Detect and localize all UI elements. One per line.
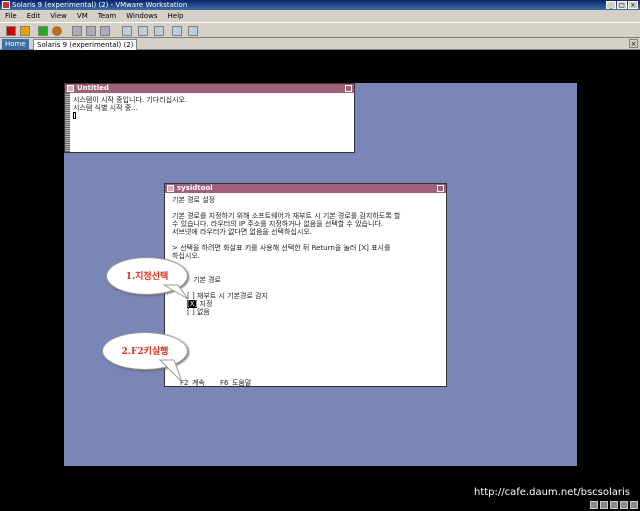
tab-solaris-vm[interactable]: Solaris 9 (experimental) (2) [33, 39, 138, 50]
page-title: 기본 경로 설정 [172, 196, 216, 204]
console-window: Untitled 시스템이 시작 중입니다. 기다리십시오. 시스템 식별 시작… [64, 83, 355, 153]
status-icons [590, 501, 638, 509]
checkbox-mark: [ ] [187, 308, 195, 316]
console-line: 시스템 식별 시작 중... [73, 104, 138, 112]
menu-help[interactable]: Help [163, 10, 189, 22]
console-icon[interactable] [172, 26, 182, 36]
menu-team[interactable]: Team [93, 10, 122, 22]
instruction-line: 하십시오. [172, 252, 200, 260]
f6-help-key[interactable]: F6_도움말 [220, 379, 251, 387]
window-titlebar: Solaris 9 (experimental) (2) - VMware Wo… [0, 0, 640, 10]
tab-home[interactable]: Home [2, 39, 29, 50]
sysidtool-titlebar: sysidtool [165, 184, 446, 193]
option-none[interactable]: [ ] 없음 [187, 308, 210, 316]
tab-bar: Home Solaris 9 (experimental) (2) [0, 38, 640, 50]
vmware-app-icon [2, 1, 10, 9]
window-resize-icon[interactable] [437, 185, 444, 192]
option-label: 없음 [196, 308, 210, 316]
device-icon[interactable] [630, 501, 638, 509]
summary-icon[interactable] [154, 26, 164, 36]
watermark-url: http://cafe.daum.net/bscsolaris [473, 487, 630, 498]
console-scrollbar[interactable] [65, 93, 70, 152]
device-icon[interactable] [610, 501, 618, 509]
reset-icon[interactable] [52, 26, 62, 36]
console-line: 시스템이 시작 중입니다. 기다리십시오. [73, 96, 188, 104]
menu-bar: File Edit View VM Team Windows Help [0, 10, 640, 22]
callout-text: 2.F2키실행 [121, 347, 169, 357]
fullscreen-icon[interactable] [122, 26, 132, 36]
section-label: 기본 경로 [193, 276, 221, 284]
callout-pointer [158, 359, 183, 383]
option-label: 재부트 시 기본경로 감지 [196, 292, 268, 300]
device-icon[interactable] [590, 501, 598, 509]
sysidtool-window: sysidtool 기본 경로 설정 기본 경로를 지정하기 위해 소프트웨어가… [164, 183, 447, 387]
snapshot-icon[interactable] [72, 26, 82, 36]
option-detect-default-route[interactable]: [ ] 재부트 시 기본경로 감지 [187, 292, 268, 300]
menu-view[interactable]: View [45, 10, 72, 22]
minimize-button[interactable]: _ [606, 1, 616, 9]
instruction-line: > 선택을 하려면 화살표 키를 사용해 선택한 뒤 Return을 눌러 [X… [172, 244, 391, 252]
text-cursor [73, 112, 76, 119]
menu-vm[interactable]: VM [72, 10, 93, 22]
close-tab-icon[interactable]: × [629, 39, 638, 48]
guest-screen[interactable]: Untitled 시스템이 시작 중입니다. 기다리십시오. 시스템 식별 시작… [64, 83, 577, 466]
quick-switch-icon[interactable] [138, 26, 148, 36]
window-title: Solaris 9 (experimental) (2) - VMware Wo… [12, 1, 188, 9]
sysidtool-title: sysidtool [177, 184, 213, 192]
console-title: Untitled [77, 84, 109, 92]
stop-icon[interactable] [6, 26, 16, 36]
revert-icon[interactable] [86, 26, 96, 36]
menu-edit[interactable]: Edit [22, 10, 46, 22]
console-titlebar: Untitled [65, 84, 354, 93]
device-icon[interactable] [600, 501, 608, 509]
close-button[interactable]: × [628, 1, 638, 9]
view-icon[interactable] [188, 26, 198, 36]
callout-pointer [162, 284, 189, 300]
window-menu-icon[interactable] [167, 185, 174, 192]
device-icon[interactable] [620, 501, 628, 509]
description-line: 서브넷에 라우터가 없다면 없음을 선택하십시오. [172, 228, 312, 236]
description-line: 기본 경로를 지정하기 위해 소프트웨어가 재부트 시 기본 경로를 감지하도록… [172, 212, 401, 220]
toolbar [0, 22, 640, 38]
menu-windows[interactable]: Windows [121, 10, 162, 22]
window-menu-icon[interactable] [67, 85, 74, 92]
play-icon[interactable] [38, 26, 48, 36]
callout-text: 1.지정선택 [125, 272, 169, 282]
maximize-button[interactable]: □ [617, 1, 627, 9]
pause-icon[interactable] [20, 26, 30, 36]
window-resize-icon[interactable] [345, 85, 352, 92]
option-label: 지정 [199, 300, 213, 308]
description-line: 수 있습니다. 라우터의 IP 주소를 지정하거나 없음을 선택할 수 있습니다… [172, 220, 384, 228]
manage-snapshots-icon[interactable] [100, 26, 110, 36]
menu-file[interactable]: File [0, 10, 22, 22]
